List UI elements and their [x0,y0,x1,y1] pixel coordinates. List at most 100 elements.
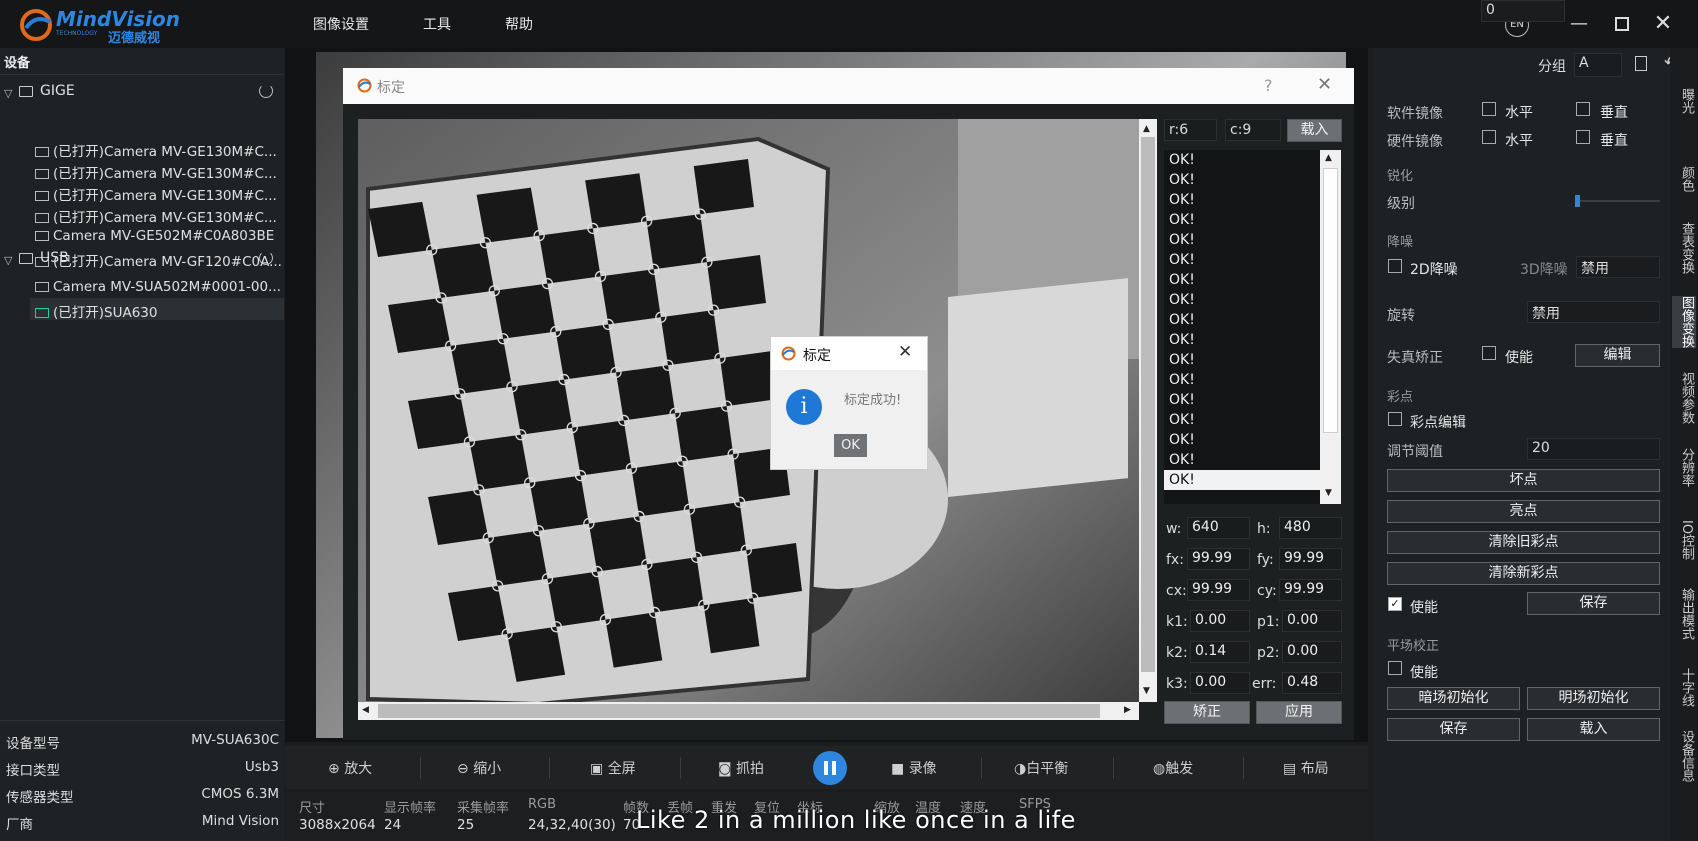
param-p2[interactable]: 0.00 [1282,641,1342,663]
list-item[interactable]: OK! [1164,430,1341,450]
param-h[interactable]: 480 [1279,517,1342,539]
list-item[interactable]: OK! [1164,330,1341,350]
expand-gige-icon[interactable]: ▽ [4,87,12,100]
param-w[interactable]: 640 [1187,517,1250,539]
list-item[interactable]: OK! [1164,190,1341,210]
tab-resolution[interactable]: 分辨率 [1672,448,1696,487]
param-k3[interactable]: 0.00 [1190,672,1250,694]
param-cy[interactable]: 99.99 [1279,579,1342,601]
list-item[interactable]: OK! [1164,410,1341,430]
refresh-gige-icon[interactable] [259,84,273,98]
list-item[interactable]: OK! [1164,250,1341,270]
list-item[interactable]: OK! [1164,350,1341,370]
correct-button[interactable]: 矫正 [1164,701,1250,724]
color-point-enable-checkbox[interactable]: ✓ [1388,597,1402,611]
threshold-input[interactable]: 20 [1527,438,1660,460]
scroll-up-icon[interactable]: ▲ [1325,153,1332,163]
list-item[interactable]: OK! [1164,170,1341,190]
param-fx[interactable]: 99.99 [1187,548,1250,570]
distort-enable-checkbox[interactable] [1482,346,1496,360]
apply-button[interactable]: 应用 [1256,701,1342,724]
close-success-icon[interactable]: ✕ [898,342,912,362]
scroll-right-icon[interactable]: ▶ [1124,705,1131,715]
param-k2[interactable]: 0.14 [1190,641,1250,663]
expand-usb-icon[interactable]: ▽ [4,254,12,267]
scroll-thumb[interactable] [1141,137,1155,672]
clear-old-button[interactable]: 清除旧彩点 [1387,531,1660,554]
list-item[interactable]: OK! [1164,310,1341,330]
flat-enable-checkbox[interactable] [1388,661,1402,675]
scroll-down-icon[interactable]: ▼ [1325,488,1332,498]
list-scrollbar[interactable]: ▲ ▼ [1320,150,1341,504]
list-item[interactable]: OK! [1164,230,1341,250]
param-fy[interactable]: 99.99 [1279,548,1342,570]
group-usb[interactable]: USB [40,250,69,266]
color-point-edit-checkbox[interactable] [1388,412,1402,426]
param-err[interactable]: 0.48 [1282,672,1342,694]
scroll-left-icon[interactable]: ◀ [362,705,369,715]
menu-help[interactable]: 帮助 [505,14,533,34]
hw-mirror-v-checkbox[interactable] [1576,130,1590,144]
record-button[interactable]: ■ 录像 [891,758,937,778]
maximize-icon[interactable] [1610,12,1634,36]
device-item[interactable]: (已打开)Camera MV-GF120#C0A... [35,250,283,270]
load-button[interactable]: 载入 [1287,119,1342,142]
dark-init-button[interactable]: 暗场初始化 [1387,687,1520,710]
tab-lut[interactable]: 查表变换 [1672,222,1696,274]
scroll-up-icon[interactable]: ▲ [1143,124,1150,134]
param-cx[interactable]: 99.99 [1187,579,1250,601]
tab-image-transform[interactable]: 图像变换 [1672,296,1696,348]
tab-io-control[interactable]: IO控制 [1672,520,1696,560]
list-item[interactable]: OK! [1164,270,1341,290]
scroll-thumb[interactable] [1323,168,1338,433]
list-item[interactable]: OK! [1164,390,1341,410]
tab-device-info[interactable]: 设备信息 [1672,730,1696,782]
device-item[interactable]: Camera MV-GE502M#C0A803BE [35,228,283,248]
list-item[interactable]: OK! [1164,450,1341,470]
image-hscrollbar[interactable]: ◀ ▶ [358,702,1139,720]
flat-load-button[interactable]: 载入 [1527,718,1660,741]
distort-edit-button[interactable]: 编辑 [1575,344,1660,367]
clear-new-button[interactable]: 清除新彩点 [1387,562,1660,585]
tab-video-params[interactable]: 视频参数 [1672,372,1696,424]
bad-point-button[interactable]: 坏点 [1387,469,1660,492]
device-item[interactable]: Camera MV-SUA502M#0001-00... [35,279,283,299]
sharpen-slider-track[interactable] [1575,200,1660,202]
close-icon[interactable]: ✕ [1651,12,1675,36]
sharpen-level-input[interactable]: 0 [1481,0,1565,22]
scroll-thumb[interactable] [378,704,1100,718]
tab-output-mode[interactable]: 输出模式 [1672,588,1696,640]
light-init-button[interactable]: 明场初始化 [1527,687,1660,710]
pause-button[interactable] [813,751,847,785]
group-select[interactable]: A [1574,53,1622,77]
cols-input[interactable]: c:9 [1225,119,1281,141]
list-item[interactable]: OK! [1164,210,1341,230]
flat-save-button[interactable]: 保存 [1387,718,1520,741]
save-config-icon[interactable] [1635,56,1647,71]
fullscreen-button[interactable]: ▣ 全屏 [590,758,636,778]
bright-point-button[interactable]: 亮点 [1387,500,1660,523]
image-vscrollbar[interactable]: ▲ ▼ [1139,119,1157,702]
param-p1[interactable]: 0.00 [1282,610,1342,632]
layout-button[interactable]: ▤ 布局 [1283,758,1329,778]
close-dialog-icon[interactable]: ✕ [1317,74,1332,95]
zoom-in-button[interactable]: ⊕ 放大 [328,758,372,778]
zoom-out-button[interactable]: ⊖ 缩小 [457,758,501,778]
white-balance-button[interactable]: ◑白平衡 [1014,758,1068,778]
menu-image-settings[interactable]: 图像设置 [313,14,369,34]
device-item[interactable]: (已打开)Camera MV-GE130M#C... [35,206,283,226]
rotate-select[interactable]: 禁用 [1527,301,1660,323]
list-item[interactable]: OK! [1164,290,1341,310]
device-item[interactable]: (已打开)Camera MV-GE130M#C... [35,140,283,160]
hw-mirror-h-checkbox[interactable] [1482,130,1496,144]
refresh-usb-icon[interactable] [259,251,273,265]
scroll-down-icon[interactable]: ▼ [1143,686,1150,696]
list-item[interactable]: OK! [1164,370,1341,390]
list-item[interactable]: OK! [1164,150,1341,170]
help-icon[interactable]: ? [1264,76,1273,95]
trigger-button[interactable]: ◍触发 [1153,758,1193,778]
rows-input[interactable]: r:6 [1164,119,1217,141]
snapshot-button[interactable]: ◙ 抓拍 [718,758,764,778]
list-item-selected[interactable]: OK! [1164,470,1341,490]
sw-mirror-h-checkbox[interactable] [1482,102,1496,116]
